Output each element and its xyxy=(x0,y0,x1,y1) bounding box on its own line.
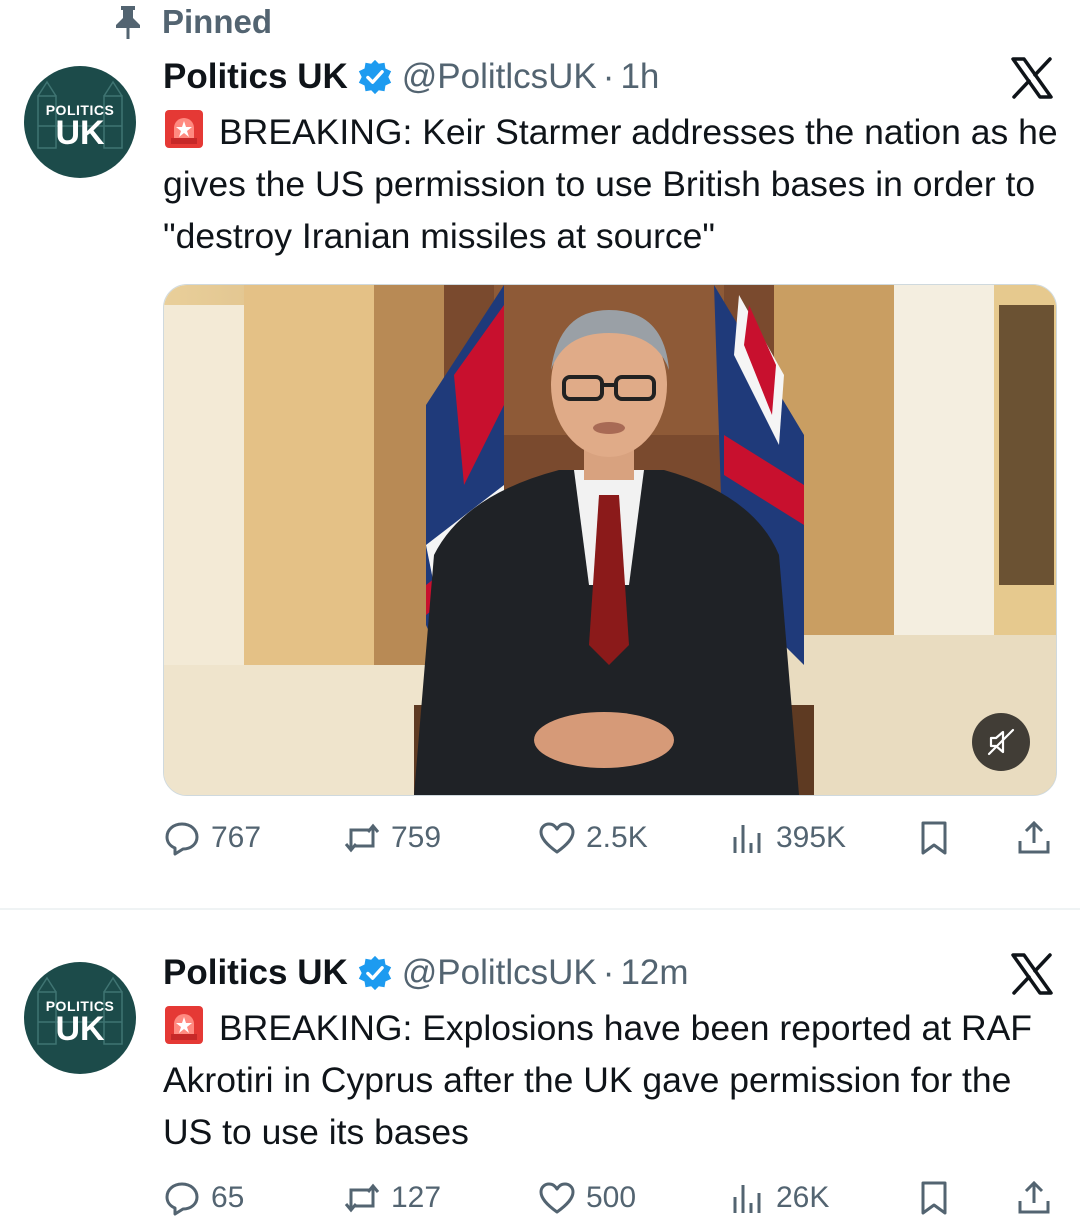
bookmark-icon xyxy=(921,821,947,855)
repost-count: 759 xyxy=(391,821,442,854)
like-button[interactable]: 500 xyxy=(538,1176,636,1220)
share-button[interactable] xyxy=(1015,1176,1053,1220)
tweet-body: BREAKING: Explosions have been reported … xyxy=(163,1002,1063,1158)
bookmark-button[interactable] xyxy=(915,1176,953,1220)
repost-icon xyxy=(344,1183,380,1213)
reply-count: 65 xyxy=(211,1181,245,1214)
author-handle[interactable]: @PolitlcsUK xyxy=(402,57,597,97)
reply-button[interactable]: 65 xyxy=(163,1176,244,1220)
author-name[interactable]: Politics UK xyxy=(163,953,348,993)
avatar[interactable]: POLITICS UK xyxy=(24,66,136,178)
repost-count: 127 xyxy=(391,1181,442,1214)
share-icon xyxy=(1018,1180,1050,1214)
bookmark-icon xyxy=(921,1181,947,1215)
x-logo-icon xyxy=(1011,953,1053,995)
heart-icon xyxy=(539,1182,575,1214)
tweet-text: BREAKING: Explosions have been reported … xyxy=(163,1008,1032,1152)
views-count: 395K xyxy=(776,821,847,854)
share-icon xyxy=(1018,820,1050,854)
reply-icon xyxy=(165,822,199,856)
like-count: 2.5K xyxy=(586,821,648,854)
video-frame xyxy=(164,285,1056,795)
like-count: 500 xyxy=(586,1181,637,1214)
siren-icon xyxy=(165,1006,203,1044)
avatar[interactable]: POLITICS UK xyxy=(24,962,136,1074)
views-button[interactable]: 26K xyxy=(728,1176,829,1220)
separator-dot: · xyxy=(602,953,615,992)
tweet-header: Politics UK @PolitlcsUK · 1h xyxy=(163,54,659,100)
pin-icon xyxy=(108,2,148,42)
x-logo-icon xyxy=(1011,57,1053,99)
pinned-label: Pinned xyxy=(162,3,273,40)
author-name[interactable]: Politics UK xyxy=(163,57,348,97)
mute-toggle[interactable] xyxy=(972,713,1030,771)
views-button[interactable]: 395K xyxy=(728,816,846,860)
tweet-header: Politics UK @PolitlcsUK · 12m xyxy=(163,950,689,996)
avatar-text-big: UK xyxy=(55,1010,105,1048)
reply-button[interactable]: 767 xyxy=(163,816,261,860)
repost-button[interactable]: 759 xyxy=(343,816,441,860)
avatar-text-big: UK xyxy=(55,114,105,152)
verified-badge-icon xyxy=(358,955,391,991)
repost-button[interactable]: 127 xyxy=(343,1176,441,1220)
views-icon xyxy=(733,1185,761,1213)
tweet-actions: 767 759 2.5K 395K xyxy=(163,816,1055,860)
siren-icon xyxy=(165,110,203,148)
video-player[interactable] xyxy=(163,284,1057,796)
tweet-divider xyxy=(0,908,1080,910)
heart-icon xyxy=(539,822,575,854)
views-count: 26K xyxy=(776,1181,830,1214)
separator-dot: · xyxy=(602,57,615,96)
share-button[interactable] xyxy=(1015,816,1053,860)
reply-icon xyxy=(165,1182,199,1216)
muted-speaker-icon xyxy=(987,728,1015,756)
verified-badge-icon xyxy=(358,59,391,95)
author-handle[interactable]: @PolitlcsUK xyxy=(402,953,597,993)
tweet-text: BREAKING: Keir Starmer addresses the nat… xyxy=(163,112,1058,256)
pinned-indicator: Pinned xyxy=(108,2,272,42)
timestamp[interactable]: 12m xyxy=(620,953,688,993)
tweet-actions: 65 127 500 26K xyxy=(163,1176,1055,1220)
views-icon xyxy=(733,825,761,853)
reply-count: 767 xyxy=(211,821,262,854)
bookmark-button[interactable] xyxy=(915,816,953,860)
like-button[interactable]: 2.5K xyxy=(538,816,648,860)
timestamp[interactable]: 1h xyxy=(620,57,659,97)
repost-icon xyxy=(344,823,380,853)
tweet-body: BREAKING: Keir Starmer addresses the nat… xyxy=(163,106,1063,262)
